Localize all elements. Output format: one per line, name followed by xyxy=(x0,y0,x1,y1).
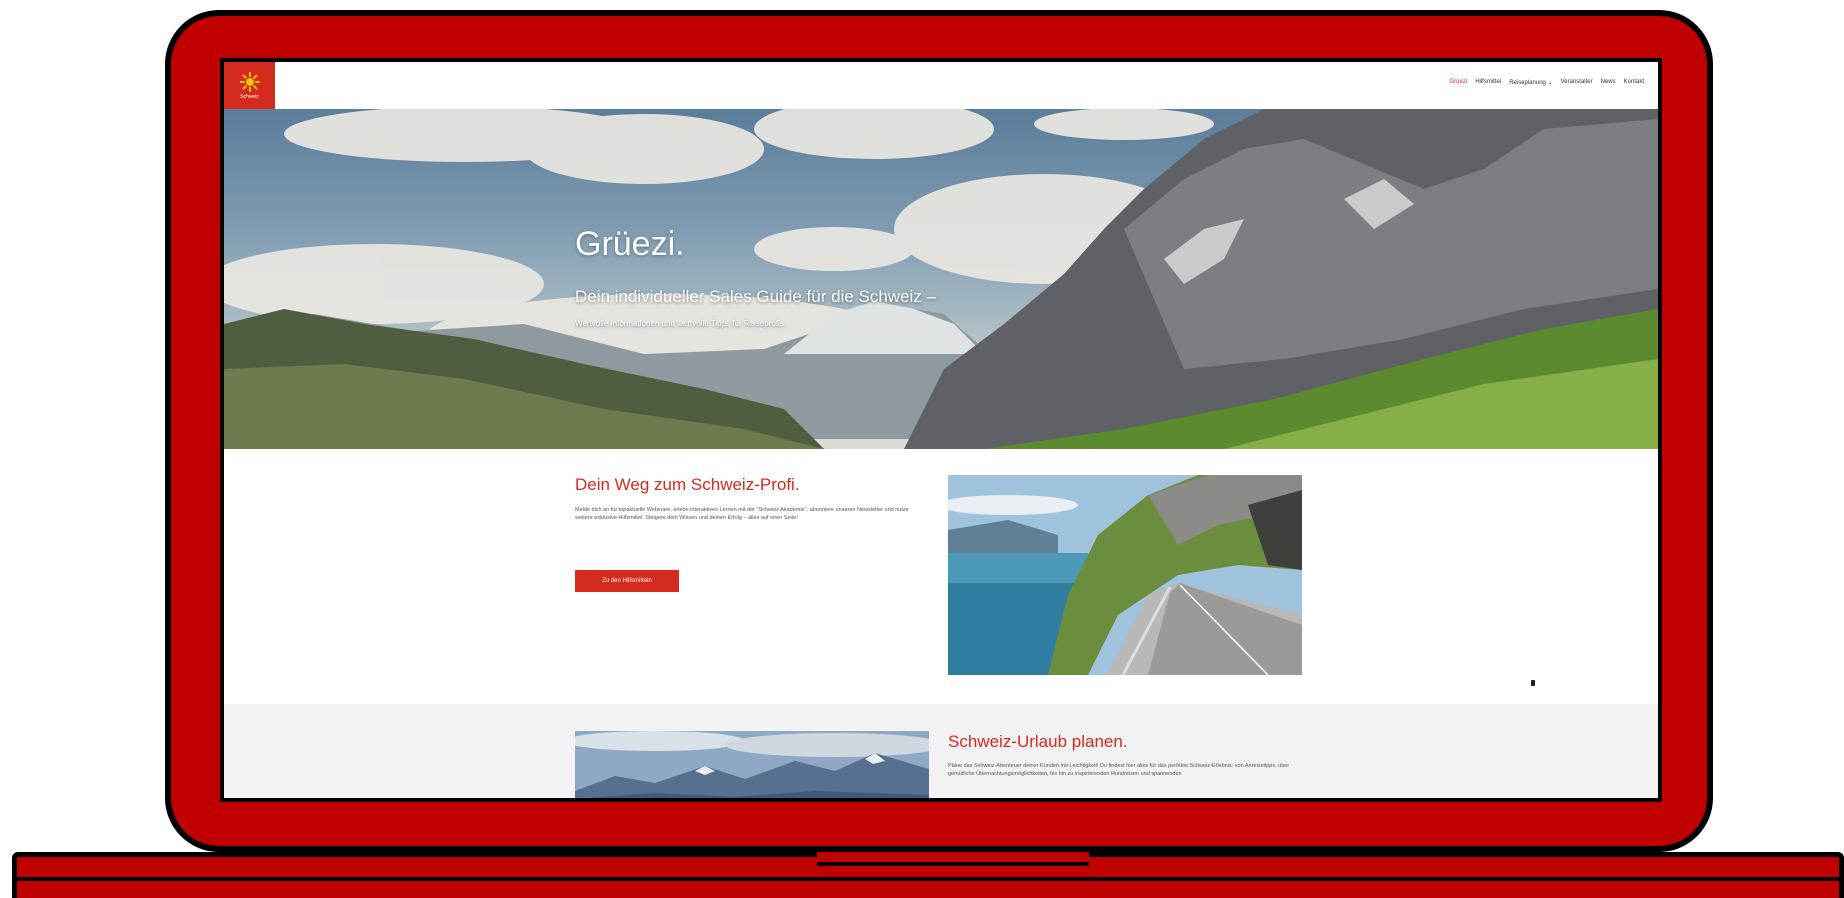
mountain-landscape-image xyxy=(224,109,1658,449)
nav-item-reiseplanung[interactable]: Reiseplanung ⌄ xyxy=(1509,79,1552,86)
urlaub-planen-title: Schweiz-Urlaub planen. xyxy=(948,732,1128,751)
nav-item-hilfsmittel[interactable]: Hilfsmittel xyxy=(1475,79,1501,86)
nav-item-news[interactable]: News xyxy=(1601,79,1616,86)
logo-text: Schweiz xyxy=(240,93,259,100)
top-navigation: Schweiz Grüezi Hilfsmittel Reiseplanung … xyxy=(224,62,1658,109)
hero-banner: Grüezi. Dein individueller Sales Guide f… xyxy=(224,109,1658,449)
nav-item-kontakt[interactable]: Kontakt xyxy=(1624,79,1644,86)
hero-tagline: Wertvolle Informationen und wertvolle Ti… xyxy=(575,319,787,328)
lake-road-photo-icon xyxy=(948,475,1302,675)
laptop-screen: Schweiz Grüezi Hilfsmittel Reiseplanung … xyxy=(220,58,1662,802)
hero-title: Grüezi. xyxy=(575,225,685,263)
profi-section-text: Melde dich an für topaktuelle Webinare, … xyxy=(575,507,909,521)
laptop-notch xyxy=(817,852,1089,866)
hilfsmittel-button[interactable]: Zu den Hilfsmitteln xyxy=(575,570,679,592)
main-menu: Grüezi Hilfsmittel Reiseplanung ⌄ Verans… xyxy=(1450,79,1644,86)
nav-item-veranstalter[interactable]: Veranstalter xyxy=(1561,79,1593,86)
lake-road-image xyxy=(948,475,1302,675)
mountain-panorama-image xyxy=(575,731,929,798)
laptop-base xyxy=(12,852,1844,898)
profi-section: Dein Weg zum Schweiz-Profi. Melde dich a… xyxy=(224,449,1658,704)
mountain-panorama-photo-icon xyxy=(575,731,929,798)
sun-logo-icon xyxy=(239,71,260,92)
laptop-base-edge xyxy=(17,877,1839,881)
urlaub-planen-text: Plane das Schweiz-Abenteuer deiner Kunde… xyxy=(948,763,1290,777)
site-logo[interactable]: Schweiz xyxy=(224,62,275,109)
nav-item-gruezi[interactable]: Grüezi xyxy=(1450,79,1468,86)
mouse-cursor xyxy=(1531,680,1535,686)
urlaub-planen-section: Schweiz-Urlaub planen. Plane das Schweiz… xyxy=(224,704,1658,798)
profi-section-title: Dein Weg zum Schweiz-Profi. xyxy=(575,475,800,494)
hero-subtitle: Dein individueller Sales Guide für die S… xyxy=(575,287,936,306)
